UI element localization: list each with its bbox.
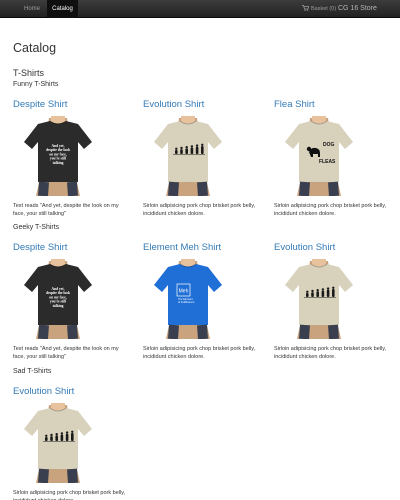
product-description: Sirloin adipisicing pork chop brisket po… <box>13 490 126 500</box>
basket-link[interactable]: Basket (0) <box>302 0 336 18</box>
product-title-link[interactable]: Despite Shirt <box>13 99 133 111</box>
group-title: Geeky T-Shirts <box>13 224 60 231</box>
product-card: Evolution Shirt Sirloin adipisicing pork… <box>13 386 133 500</box>
product-card: Despite Shirt And yet, despite the look on… <box>13 242 133 361</box>
shirt-print-line: Meh <box>179 289 189 295</box>
product-card: Despite Shirt And yet, despite the look on… <box>13 99 133 218</box>
brand-name[interactable]: CG 16 Store <box>338 0 377 18</box>
group-title: Sad T-Shirts <box>13 368 52 375</box>
product-description: Text reads "And yet, despite the look on… <box>13 203 119 217</box>
page-title: Catalog <box>13 41 57 55</box>
product-image[interactable] <box>18 403 98 483</box>
section-title: T-Shirts <box>13 68 45 78</box>
nav-catalog-link[interactable]: Catalog <box>47 0 78 18</box>
product-description: Sirloin adipisicing pork chop brisket po… <box>274 346 387 360</box>
product-title-link[interactable]: Despite Shirt <box>13 242 133 254</box>
product-title-link[interactable]: Flea Shirt <box>274 99 394 111</box>
product-card: Evolution Shirt Sirloin adipisicing pork… <box>274 242 394 361</box>
navbar: Home Catalog Basket (0) CG 16 Store <box>0 0 400 18</box>
product-image[interactable]: Meh The Element of Indifference <box>148 259 228 339</box>
product-card: Flea Shirt DOG FLEAS Sirloin adipisicing… <box>274 99 394 218</box>
shirt-print-line: talking <box>53 161 64 165</box>
product-description: Sirloin adipisicing pork chop brisket po… <box>274 203 387 217</box>
product-image[interactable]: DOG FLEAS <box>279 116 359 196</box>
product-description: Sirloin adipisicing pork chop brisket po… <box>143 203 256 217</box>
product-image[interactable] <box>279 259 359 339</box>
shirt-print-line: talking <box>53 304 64 308</box>
group-title: Funny T-Shirts <box>13 81 59 88</box>
product-title-link[interactable]: Evolution Shirt <box>274 242 394 254</box>
product-image[interactable] <box>148 116 228 196</box>
product-title-link[interactable]: Element Meh Shirt <box>143 242 263 254</box>
product-card: Element Meh Shirt Meh The Element of Ind… <box>143 242 263 361</box>
product-title-link[interactable]: Evolution Shirt <box>13 386 133 398</box>
shirt-print-line: FLEAS <box>319 159 336 165</box>
product-image[interactable]: And yet,despite the lookon my face,you'r… <box>18 259 98 339</box>
product-title-link[interactable]: Evolution Shirt <box>143 99 263 111</box>
product-card: Evolution Shirt Sirloin adipisicing pork… <box>143 99 263 218</box>
product-description: Sirloin adipisicing pork chop brisket po… <box>143 346 256 360</box>
product-description: Text reads "And yet, despite the look on… <box>13 346 119 360</box>
shirt-print-line: DOG <box>323 142 335 148</box>
product-image[interactable]: And yet,despite the lookon my face,you'r… <box>18 116 98 196</box>
basket-label: Basket (0) <box>311 6 337 12</box>
nav-home-link[interactable]: Home <box>18 0 46 18</box>
shirt-print-line: of Indifference <box>178 300 195 304</box>
shopping-cart-icon <box>302 5 309 11</box>
